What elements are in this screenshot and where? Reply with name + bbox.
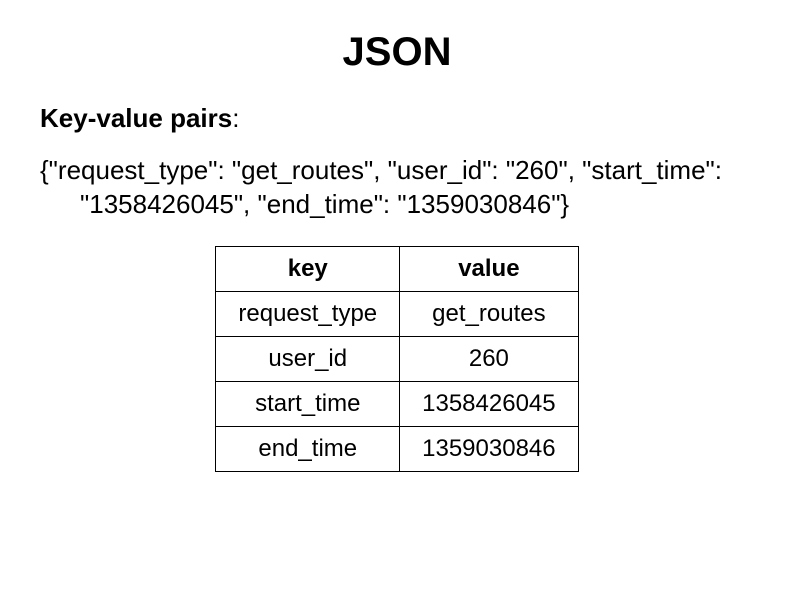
- table-row: end_time 1359030846: [216, 426, 578, 471]
- table-row: user_id 260: [216, 336, 578, 381]
- cell-value: 260: [400, 336, 578, 381]
- header-value: value: [400, 246, 578, 291]
- cell-value: 1359030846: [400, 426, 578, 471]
- subtitle: Key-value pairs:: [40, 103, 754, 134]
- table-row: request_type get_routes: [216, 291, 578, 336]
- cell-key: end_time: [216, 426, 400, 471]
- cell-value: 1358426045: [400, 381, 578, 426]
- json-text: {"request_type": "get_routes", "user_id"…: [40, 154, 754, 222]
- cell-value: get_routes: [400, 291, 578, 336]
- table-header-row: key value: [216, 246, 578, 291]
- table-row: start_time 1358426045: [216, 381, 578, 426]
- header-key: key: [216, 246, 400, 291]
- cell-key: start_time: [216, 381, 400, 426]
- subtitle-suffix: :: [232, 103, 239, 133]
- page-title: JSON: [40, 30, 754, 75]
- json-example: {"request_type": "get_routes", "user_id"…: [40, 154, 754, 222]
- subtitle-bold: Key-value pairs: [40, 103, 232, 133]
- kv-table: key value request_type get_routes user_i…: [215, 246, 578, 472]
- cell-key: request_type: [216, 291, 400, 336]
- cell-key: user_id: [216, 336, 400, 381]
